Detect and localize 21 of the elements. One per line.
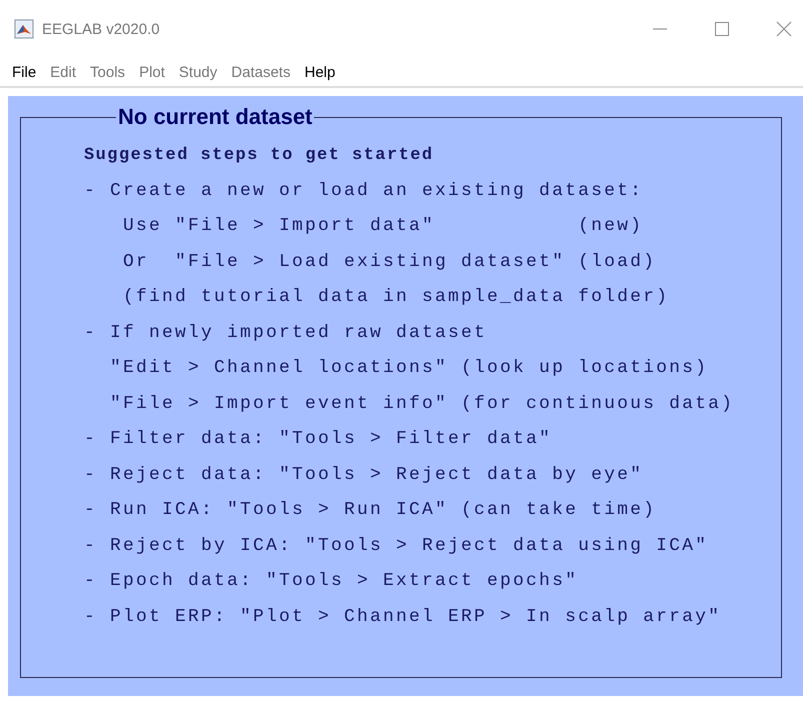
step-line: - If newly imported raw dataset [84,322,488,344]
step-line: Or "File > Load existing dataset" (load) [122,250,658,274]
step-line: - Epoch data: "Tools > Extract epochs" [84,570,580,593]
app-icon [14,19,34,39]
close-icon[interactable] [775,20,793,38]
step-line: (find tutorial data in sample_data folder) [122,286,670,309]
step-line: - Reject by ICA: "Tools > Reject data using ICA" [84,534,710,558]
menu-item[interactable]: Help [304,64,336,80]
step-line: - Filter data: "Tools > Filter data" [84,428,554,451]
panel-title: No current dataset [117,104,314,130]
window-title: EEGLAB v2020.0 [42,20,161,38]
menu-item[interactable]: File [12,64,36,80]
step-line: "Edit > Channel locations" (look up locations) [109,357,710,380]
maximize-icon[interactable] [713,20,731,38]
step-line: - Reject data: "Tools > Reject data by eye" [84,464,644,486]
step-line: - Plot ERP: "Plot > Channel ERP > In scalp array" [84,606,722,628]
step-line: - Create a new or load an existing dataset: [84,180,644,202]
step-line: Use "File > Import data" (new) [122,215,644,238]
step-line: - Run ICA: "Tools > Run ICA" (can take time) [84,499,658,522]
steps-heading: Suggested steps to get started [84,145,435,167]
step-line: "File > Import event info" (for continuous data) [109,392,736,416]
